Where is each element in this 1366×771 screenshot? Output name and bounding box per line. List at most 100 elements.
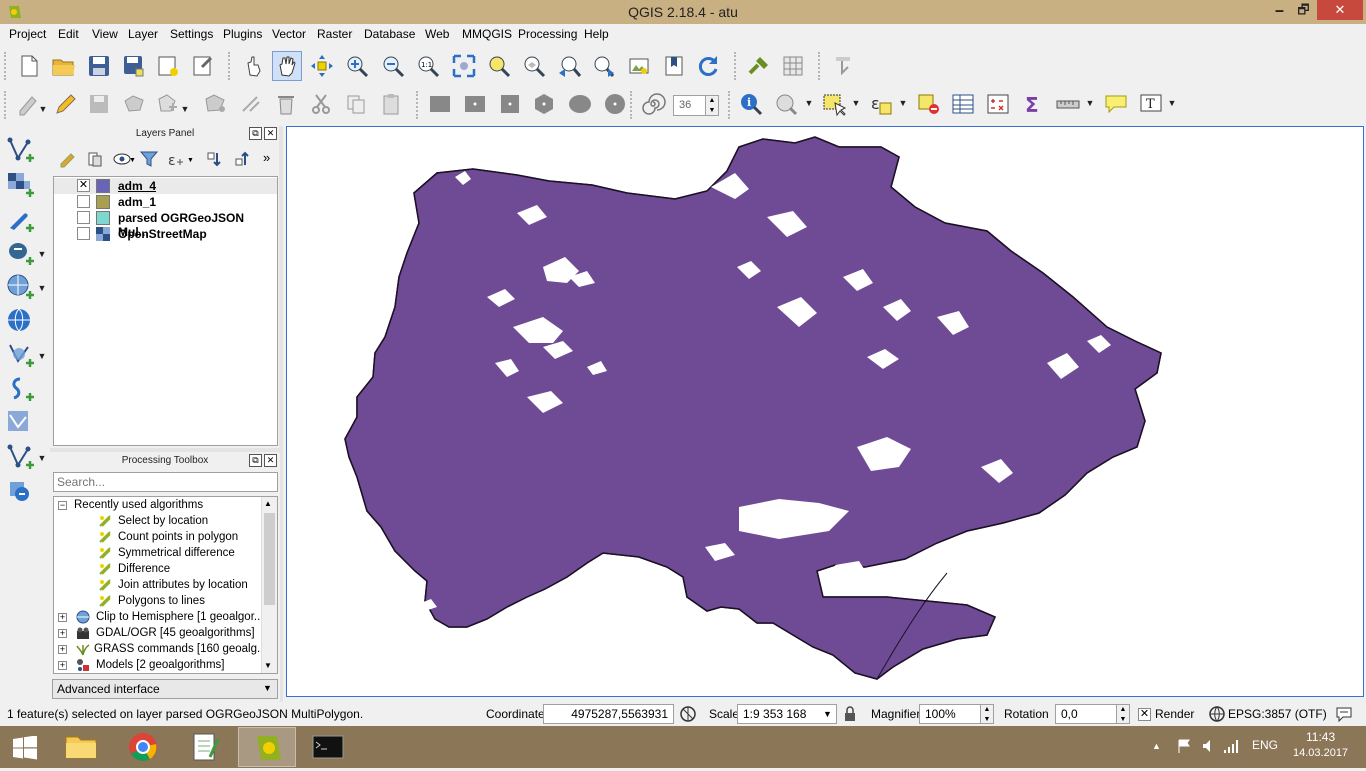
more-options-chevron-icon[interactable]: » — [263, 150, 270, 165]
chevron-down-icon[interactable]: ▼ — [37, 453, 47, 463]
collapse-all-icon[interactable] — [233, 150, 253, 168]
menu-view[interactable]: View — [92, 27, 118, 41]
map-canvas[interactable] — [286, 126, 1364, 697]
expand-icon[interactable]: + — [58, 629, 67, 638]
interface-mode-select[interactable]: Advanced interface ▼ — [52, 679, 278, 699]
digitize-square-icon[interactable] — [497, 91, 523, 117]
menu-processing[interactable]: Processing — [518, 27, 577, 41]
digitize-circle-icon[interactable] — [602, 91, 628, 117]
menu-database[interactable]: Database — [364, 27, 415, 41]
file-explorer-taskbar-button[interactable] — [52, 727, 110, 767]
digitize-rectangle-icon[interactable] — [427, 91, 453, 117]
scale-combobox[interactable]: 1:9 353 168 — [737, 704, 837, 724]
statistical-summary-icon[interactable]: Σ — [1020, 91, 1046, 117]
add-virtual-layer-icon[interactable] — [6, 375, 34, 403]
spiral-icon[interactable] — [640, 91, 666, 117]
chevron-down-icon[interactable]: ▼ — [263, 683, 272, 693]
add-raster-layer-icon[interactable] — [6, 171, 34, 199]
add-wcs-layer-icon[interactable] — [6, 409, 34, 437]
messages-icon[interactable] — [1335, 706, 1353, 723]
paste-features-icon[interactable] — [378, 91, 404, 117]
clock-date[interactable]: 14.03.2017 — [1293, 747, 1348, 759]
chevron-down-icon[interactable]: ▼ — [823, 709, 832, 719]
new-bookmark-icon[interactable] — [661, 53, 687, 79]
expand-icon[interactable]: + — [58, 613, 67, 622]
collapse-icon[interactable]: − — [58, 501, 67, 510]
float-panel-button[interactable]: ⧉ — [249, 454, 262, 467]
toolbar-grip[interactable] — [818, 52, 822, 80]
scroll-down-icon[interactable]: ▼ — [264, 661, 272, 670]
menu-raster[interactable]: Raster — [317, 27, 352, 41]
filter-by-expression-icon[interactable]: ε — [166, 150, 186, 169]
notepad-taskbar-button[interactable] — [176, 727, 234, 767]
zoom-last-icon[interactable] — [556, 53, 582, 79]
layer-item[interactable]: ✕ adm_4 — [54, 178, 277, 194]
georeferencer-icon[interactable] — [830, 53, 856, 79]
zoom-to-layer-icon[interactable] — [521, 53, 547, 79]
new-map-view-icon[interactable] — [626, 53, 652, 79]
digitize-rectangle-center-icon[interactable] — [462, 91, 488, 117]
crs-globe-icon[interactable] — [1209, 706, 1225, 722]
save-project-icon[interactable] — [86, 53, 112, 79]
toggle-extents-icon[interactable] — [679, 705, 697, 723]
chevron-down-icon[interactable]: ▼ — [804, 98, 814, 108]
expand-all-icon[interactable] — [205, 150, 225, 168]
plugin-tool-icon[interactable] — [746, 53, 772, 79]
add-group-icon[interactable] — [85, 150, 105, 168]
chevron-down-icon[interactable]: ▼ — [898, 98, 908, 108]
panel-splitter[interactable] — [50, 448, 280, 452]
menu-vector[interactable]: Vector — [272, 27, 306, 41]
toolbar-grip[interactable] — [4, 91, 8, 119]
algorithm-search-input[interactable] — [53, 472, 278, 492]
toolbar-grip[interactable] — [4, 52, 8, 80]
open-project-icon[interactable] — [51, 53, 77, 79]
save-as-icon[interactable] — [121, 53, 147, 79]
windows-start-icon[interactable] — [12, 735, 38, 760]
toolbar-grip[interactable] — [734, 52, 738, 80]
chevron-down-icon[interactable]: ▼ — [129, 157, 137, 165]
close-panel-button[interactable]: ✕ — [264, 454, 277, 467]
pan-map-icon[interactable] — [272, 51, 302, 81]
coordinate-field[interactable]: 4975287,5563931 — [543, 704, 674, 724]
copy-features-icon[interactable] — [343, 91, 369, 117]
toggle-editing-icon[interactable] — [51, 91, 77, 117]
layer-visibility-checkbox[interactable] — [77, 211, 90, 224]
layer-name[interactable]: adm_1 — [118, 195, 156, 209]
magnifier-field[interactable]: 100% — [919, 704, 981, 724]
render-checkbox[interactable]: ✕ — [1138, 708, 1151, 721]
layer-visibility-checkbox[interactable]: ✕ — [77, 179, 90, 192]
composer-manager-icon[interactable] — [190, 53, 216, 79]
menu-layer[interactable]: Layer — [128, 27, 158, 41]
node-tool-icon[interactable] — [202, 91, 228, 117]
save-edits-icon[interactable] — [86, 91, 112, 117]
edit-attributes-icon[interactable] — [238, 91, 264, 117]
run-feature-action-icon[interactable] — [773, 91, 799, 117]
show-hidden-icons-chevron-icon[interactable]: ▲ — [1152, 741, 1161, 751]
toolbar-grip[interactable] — [728, 91, 732, 119]
rotation-spinner[interactable]: ▲ ▼ — [1116, 704, 1130, 724]
new-print-composer-icon[interactable] — [155, 53, 181, 79]
close-panel-button[interactable]: ✕ — [264, 127, 277, 140]
language-indicator[interactable]: ENG — [1252, 738, 1278, 752]
toolbar-grip[interactable] — [416, 91, 420, 119]
new-project-icon[interactable] — [16, 53, 42, 79]
layer-visibility-checkbox[interactable] — [77, 195, 90, 208]
toolbar-grip[interactable] — [630, 91, 634, 119]
expand-icon[interactable]: + — [58, 645, 67, 654]
open-attribute-table-icon[interactable] — [950, 91, 976, 117]
refresh-icon[interactable] — [695, 53, 721, 79]
menu-web[interactable]: Web — [425, 27, 449, 41]
command-prompt-taskbar-button[interactable] — [300, 727, 358, 767]
magnifier-spinner[interactable]: ▲ ▼ — [980, 704, 994, 724]
chevron-down-icon[interactable]: ▼ — [37, 249, 47, 259]
float-panel-button[interactable]: ⧉ — [249, 127, 262, 140]
add-wms-layer-icon[interactable] — [6, 307, 34, 335]
layer-item[interactable]: adm_1 — [54, 194, 277, 210]
chrome-taskbar-button[interactable] — [114, 727, 172, 767]
plugin-grid-icon[interactable] — [780, 53, 806, 79]
volume-icon[interactable] — [1201, 738, 1217, 754]
clock-time[interactable]: 11:43 — [1306, 730, 1335, 744]
rotation-field[interactable]: 0,0 — [1055, 704, 1117, 724]
identify-features-icon[interactable]: i — [738, 91, 764, 117]
zoom-native-resolution-icon[interactable]: 1:1 — [415, 53, 441, 79]
